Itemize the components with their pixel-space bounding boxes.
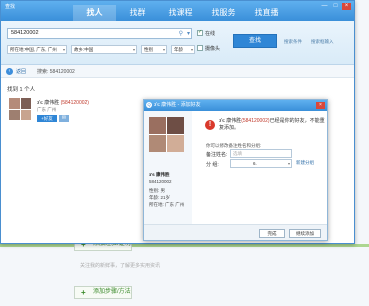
warning-message: з'є 康伟胜(584120002)已经是你的好友，不能重复添加。 [219, 118, 325, 131]
avatar [149, 117, 184, 152]
camera-checkbox[interactable] [197, 45, 203, 51]
dialog-titlebar: Q з'є 康伟胜 - 添加好友 × [144, 100, 327, 111]
done-button[interactable]: 完成 [259, 229, 285, 238]
hometown-select[interactable]: 故乡:中国 ▾ [71, 45, 137, 54]
dropdown-icon[interactable]: ▾ [187, 30, 190, 39]
background-divider [0, 244, 369, 247]
background-hint: 关注我的新鲜事，了解更多实用资讯 [80, 263, 161, 269]
chevron-down-icon: ▾ [287, 161, 290, 166]
back-link[interactable]: 返回 [16, 68, 26, 75]
avatar[interactable] [9, 98, 31, 120]
tab-find-people[interactable]: 找人 [73, 5, 116, 21]
result-name[interactable]: з'є 康伟胜 (584120002) [37, 99, 89, 106]
remark-label: 备注姓名: [206, 152, 228, 158]
search-hint-2[interactable]: 搜索框输入 [311, 39, 334, 45]
add-friend-dialog: Q з'є 康伟胜 - 添加好友 × з'є 康伟胜 584120002 性别:… [143, 99, 328, 241]
add-friend-button[interactable]: +好友 [37, 115, 57, 122]
chevron-down-icon: ▾ [132, 47, 135, 52]
tab-find-services[interactable]: 找服务 [202, 5, 245, 21]
location-select[interactable]: 所在地:中国, 广东, 广州 ▾ [7, 45, 67, 54]
age-select[interactable]: 年龄 ▾ [171, 45, 195, 54]
online-label: 在线 [205, 31, 216, 37]
profile-gender: 性别: 男 [149, 188, 166, 193]
profile-location: 所在地: 广东 广州 [149, 202, 185, 207]
location-pin-icon[interactable]: ⚲ [179, 30, 183, 39]
warning-icon: ! [205, 120, 215, 130]
tab-find-live[interactable]: 找直播 [245, 5, 288, 21]
window-titlebar: 查找 找人 找群 找课程 找服务 找直播 — □ × [1, 1, 354, 21]
tab-bar: 找人 找群 找课程 找服务 找直播 [73, 5, 288, 21]
minimize-icon[interactable]: — [320, 3, 329, 10]
result-count: 找到 1 个人 [7, 87, 36, 93]
add-steps-button[interactable]: + 添加步骤/方法 [74, 286, 132, 299]
new-group-link[interactable]: 新建分组 [296, 160, 314, 166]
close-icon[interactable]: × [316, 102, 325, 109]
continue-adding-button[interactable]: 继续添加 [289, 229, 321, 238]
window-controls: — □ × [320, 3, 351, 10]
chevron-down-icon: ▾ [190, 47, 193, 52]
chevron-down-icon: ▾ [162, 47, 165, 52]
message-icon[interactable]: ✉ [59, 115, 69, 122]
profile-id: 584120002 [149, 179, 172, 184]
close-icon[interactable]: × [342, 3, 351, 10]
maximize-icon[interactable]: □ [331, 3, 340, 10]
window-title: 查找 [5, 4, 16, 10]
online-checkbox[interactable] [197, 29, 203, 36]
breadcrumb: 搜索: 584120002 [37, 69, 75, 75]
tab-find-courses[interactable]: 找课程 [159, 5, 202, 21]
result-location: 广东 广州 [37, 107, 57, 112]
remark-input[interactable]: 选填 [230, 149, 292, 158]
dialog-title: з'є 康伟胜 - 添加好友 [154, 102, 201, 108]
profile-age: 年龄: 21岁 [149, 195, 171, 200]
profile-name: з'є 康伟胜 [149, 172, 170, 177]
group-label: 分 组: [206, 162, 219, 168]
plus-icon: + [81, 288, 86, 297]
chevron-down-icon: ▾ [62, 47, 65, 52]
gender-select[interactable]: 性别 ▾ [141, 45, 167, 54]
find-button[interactable]: 查找 [233, 34, 277, 48]
result-navbar: ‹ 返回 搜索: 584120002 [1, 65, 354, 78]
search-panel: 584120002 ⚲ ▾ 在线 摄像头 所在地:中国, 广东, 广州▾ 故乡:… [1, 21, 354, 65]
tab-find-groups[interactable]: 找群 [116, 5, 159, 21]
camera-label: 摄像头 [205, 46, 221, 52]
keyword-input[interactable]: 584120002 ⚲ ▾ [7, 28, 192, 39]
search-hint[interactable]: 搜索条件 [284, 39, 302, 45]
qq-logo-icon: Q [146, 102, 152, 108]
dialog-footer: 完成 继续添加 [144, 224, 327, 240]
group-select[interactable]: 6. ▾ [230, 159, 292, 168]
back-arrow-icon[interactable]: ‹ [6, 68, 13, 75]
